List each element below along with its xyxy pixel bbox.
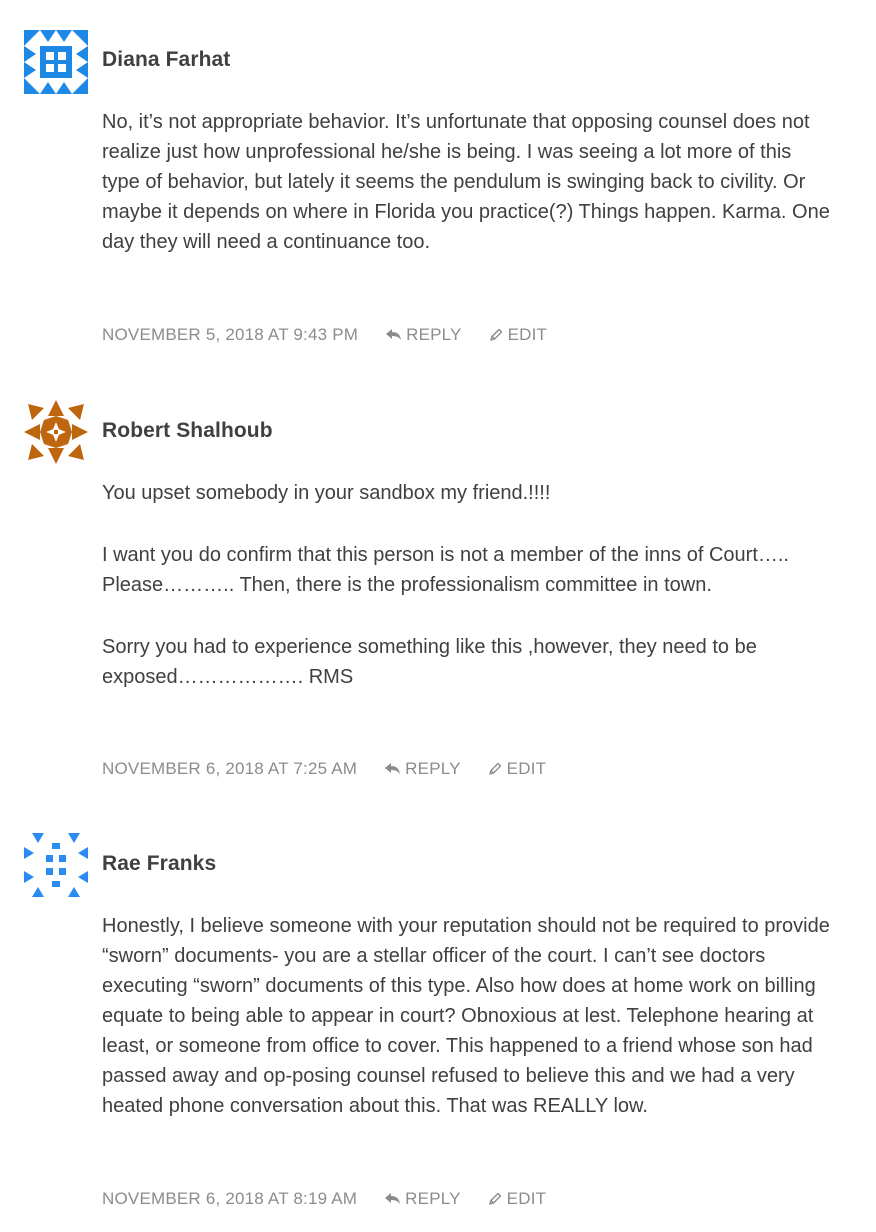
- reply-label: Reply: [405, 759, 461, 778]
- avatar[interactable]: [24, 400, 88, 464]
- pencil-icon: [488, 762, 501, 775]
- comment-paragraph: Honestly, I believe someone with your re…: [102, 915, 830, 1117]
- reply-label: Reply: [406, 325, 462, 344]
- reply-arrow-icon: [385, 1193, 401, 1204]
- reply-button[interactable]: Reply: [383, 758, 461, 780]
- edit-button[interactable]: Edit: [487, 1188, 547, 1210]
- comment-meta: November 6, 2018 at 8:19 am Reply Edit: [102, 1188, 546, 1210]
- comment-date[interactable]: November 5, 2018 at 9:43 pm: [102, 324, 358, 346]
- reply-arrow-icon: [386, 329, 402, 340]
- comment-body: Honestly, I believe someone with your re…: [102, 911, 832, 1121]
- edit-button[interactable]: Edit: [488, 324, 548, 346]
- comment-date[interactable]: November 6, 2018 at 8:19 am: [102, 1188, 357, 1210]
- comment-body: No, it’s not appropriate behavior. It’s …: [102, 107, 832, 257]
- comment-paragraph: No, it’s not appropriate behavior. It’s …: [102, 111, 830, 253]
- reply-button[interactable]: Reply: [383, 1188, 461, 1210]
- edit-button[interactable]: Edit: [487, 758, 547, 780]
- comment-author[interactable]: Diana Farhat: [102, 47, 230, 73]
- comment-author[interactable]: Robert Shalhoub: [102, 418, 273, 444]
- comment-date[interactable]: November 6, 2018 at 7:25 am: [102, 758, 357, 780]
- comment-paragraph: I want you do confirm that this person i…: [102, 544, 789, 596]
- pencil-icon: [488, 1192, 501, 1205]
- reply-button[interactable]: Reply: [384, 324, 462, 346]
- comment-paragraph: You upset somebody in your sandbox my fr…: [102, 482, 551, 504]
- pencil-icon: [489, 328, 502, 341]
- comment-body: You upset somebody in your sandbox my fr…: [102, 478, 832, 692]
- comment-meta: November 5, 2018 at 9:43 pm Reply Edit: [102, 324, 547, 346]
- comment-author[interactable]: Rae Franks: [102, 851, 216, 877]
- avatar[interactable]: [24, 833, 88, 897]
- reply-arrow-icon: [385, 763, 401, 774]
- avatar[interactable]: [24, 30, 88, 94]
- comment-meta: November 6, 2018 at 7:25 am Reply Edit: [102, 758, 546, 780]
- comment-paragraph: Sorry you had to experience something li…: [102, 636, 757, 688]
- edit-label: Edit: [506, 1189, 547, 1208]
- reply-label: Reply: [405, 1189, 461, 1208]
- edit-label: Edit: [507, 325, 548, 344]
- edit-label: Edit: [506, 759, 547, 778]
